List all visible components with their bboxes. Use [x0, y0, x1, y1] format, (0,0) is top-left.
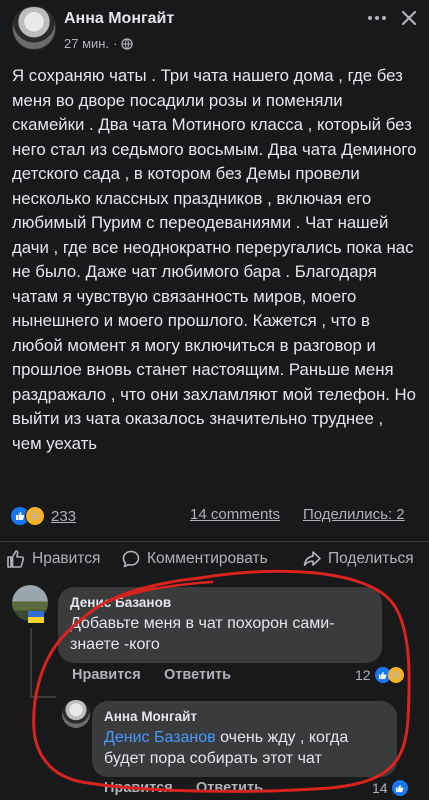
reply-reactions[interactable]: 14: [372, 780, 408, 796]
like-icon: [391, 780, 408, 796]
reply-reply-button[interactable]: Ответить: [196, 780, 263, 796]
reply-reaction-count: 14: [372, 780, 388, 796]
haha-icon: 😆: [387, 667, 404, 683]
flag-badge: [28, 611, 44, 623]
comment-author[interactable]: Денис Базанов: [70, 595, 370, 610]
share-button[interactable]: Поделиться: [302, 546, 414, 572]
reactions-summary[interactable]: 😆 233: [10, 506, 76, 526]
divider: [0, 541, 429, 542]
post-header: Анна Монгайт 27 мин. ·: [0, 0, 429, 58]
comments-count[interactable]: 14 comments: [190, 506, 280, 523]
reply-bubble: Анна Монгайт Денис Базанов очень жду , к…: [92, 701, 397, 777]
thread-line: [30, 628, 32, 698]
reply-avatar[interactable]: [62, 700, 90, 728]
author-avatar[interactable]: [12, 6, 56, 50]
reaction-count[interactable]: 233: [51, 508, 76, 525]
reply-author[interactable]: Анна Монгайт: [104, 709, 385, 724]
comment-label: Комментировать: [147, 550, 268, 567]
post-author[interactable]: Анна Монгайт: [64, 10, 174, 28]
haha-icon: 😆: [25, 506, 45, 526]
post-text: Я сохраняю чаты . Три чата нашего дома ,…: [12, 66, 417, 453]
like-icon: [7, 550, 25, 568]
meta-separator: ·: [113, 36, 118, 51]
comment-bubble: Денис Базанов Добавьте меня в чат похоро…: [58, 587, 382, 663]
more-icon[interactable]: [364, 8, 390, 28]
share-icon: [303, 551, 321, 566]
thread-line: [30, 696, 56, 698]
globe-icon: [121, 37, 134, 50]
post-meta: 27 мин. ·: [64, 36, 134, 51]
comment-button[interactable]: Комментировать: [121, 546, 268, 572]
comment-reply-button[interactable]: Ответить: [164, 667, 231, 683]
reply-mention[interactable]: Денис Базанов: [104, 729, 216, 746]
reply-text: Денис Базанов очень жду , когда будет по…: [104, 727, 385, 769]
shares-count[interactable]: Поделились: 2: [303, 506, 405, 523]
share-label: Поделиться: [328, 550, 414, 567]
comment-reaction-count: 12: [355, 667, 371, 683]
post-time[interactable]: 27 мин.: [64, 36, 109, 51]
like-button[interactable]: Нравится: [6, 546, 100, 572]
comment-text: Добавьте меня в чат похорон сами-знаете …: [70, 615, 335, 653]
like-label: Нравится: [32, 550, 101, 567]
comment-like-button[interactable]: Нравится: [72, 667, 141, 683]
close-icon[interactable]: [398, 7, 420, 29]
comment-reactions[interactable]: 12 😆: [355, 667, 404, 683]
reply-like-button[interactable]: Нравится: [104, 780, 173, 796]
post-actions: Нравится Комментировать Поделиться: [0, 546, 429, 572]
post-stats: 😆 233 14 comments Поделились: 2: [10, 506, 420, 528]
comment-icon: [122, 550, 140, 568]
